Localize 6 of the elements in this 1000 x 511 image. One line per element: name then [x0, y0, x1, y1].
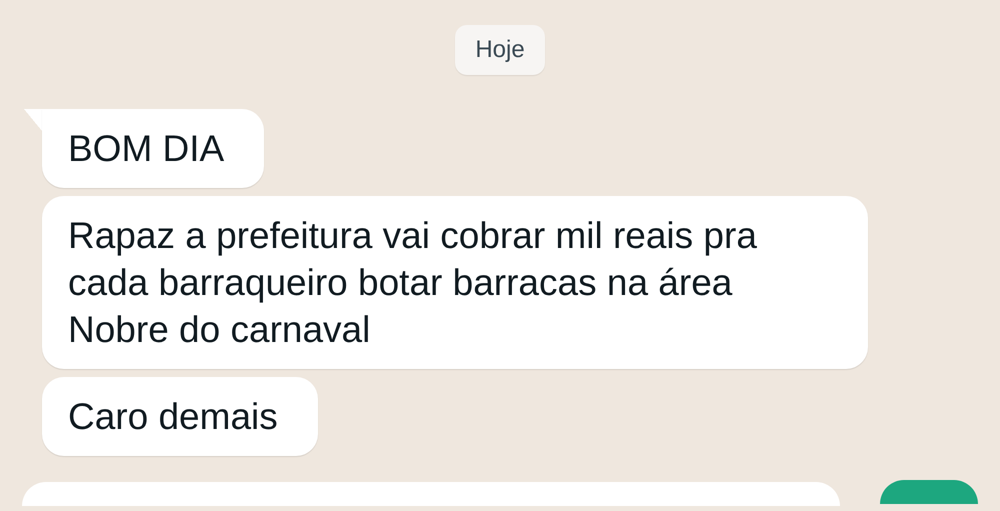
- message-bubble: Caro demais: [42, 377, 318, 456]
- message-input-field[interactable]: [22, 482, 840, 506]
- message-bubble: BOM DIA: [42, 109, 264, 188]
- message-bubble: Rapaz a prefeitura vai cobrar mil reais pra cada barraqueiro botar barracas na área Nobre do carnaval: [42, 196, 868, 369]
- send-button[interactable]: [880, 480, 978, 504]
- date-chip: Hoje: [455, 25, 545, 75]
